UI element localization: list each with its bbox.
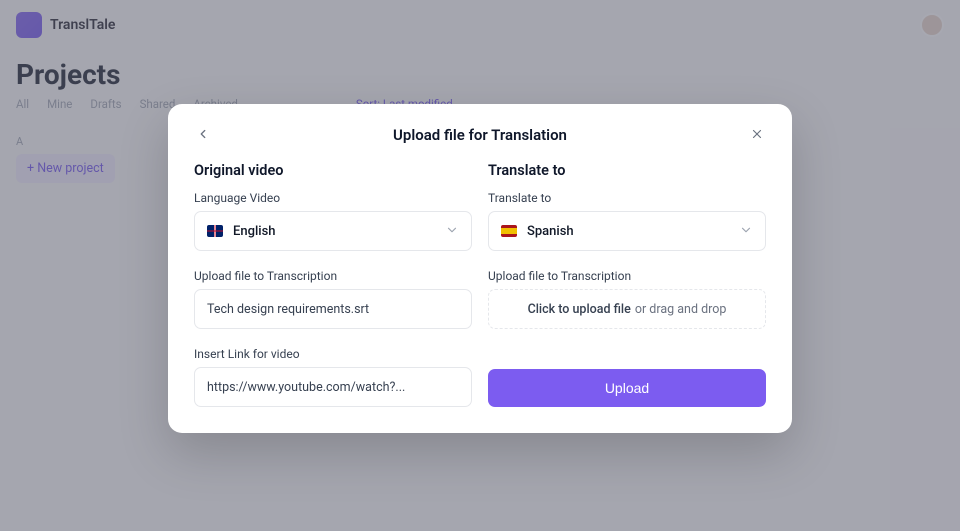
modal-overlay: Upload file for Translation Original vid…: [0, 0, 960, 531]
close-icon: [750, 126, 764, 145]
chevron-down-icon: [739, 222, 753, 241]
original-video-heading: Original video: [194, 162, 472, 179]
back-button[interactable]: [194, 126, 212, 144]
source-language-value: English: [233, 224, 435, 239]
video-link-label: Insert Link for video: [194, 347, 472, 361]
original-video-section: Original video Language Video English Up…: [194, 162, 472, 407]
video-link-input[interactable]: https://www.youtube.com/watch?...: [194, 367, 472, 407]
upload-transcription-label-right: Upload file to Transcription: [488, 269, 766, 283]
close-button[interactable]: [748, 126, 766, 144]
translate-to-heading: Translate to: [488, 162, 766, 179]
transcription-file-value: Tech design requirements.srt: [207, 302, 369, 317]
language-video-label: Language Video: [194, 191, 472, 205]
translate-to-section: Translate to Translate to Spanish Upload…: [488, 162, 766, 407]
source-language-select[interactable]: English: [194, 211, 472, 251]
translate-to-label: Translate to: [488, 191, 766, 205]
transcription-file-input[interactable]: Tech design requirements.srt: [194, 289, 472, 329]
upload-translation-modal: Upload file for Translation Original vid…: [168, 104, 792, 433]
target-language-select[interactable]: Spanish: [488, 211, 766, 251]
dropzone-rest: or drag and drop: [635, 302, 727, 317]
upload-transcription-label-left: Upload file to Transcription: [194, 269, 472, 283]
upload-button[interactable]: Upload: [488, 369, 766, 407]
chevron-down-icon: [445, 222, 459, 241]
target-language-value: Spanish: [527, 224, 729, 239]
modal-title: Upload file for Translation: [212, 126, 748, 144]
transcription-dropzone[interactable]: Click to upload file or drag and drop: [488, 289, 766, 329]
spain-flag-icon: [501, 225, 517, 237]
uk-flag-icon: [207, 225, 223, 237]
chevron-left-icon: [196, 126, 210, 145]
video-link-value: https://www.youtube.com/watch?...: [207, 380, 405, 395]
dropzone-lead: Click to upload file: [528, 302, 631, 317]
